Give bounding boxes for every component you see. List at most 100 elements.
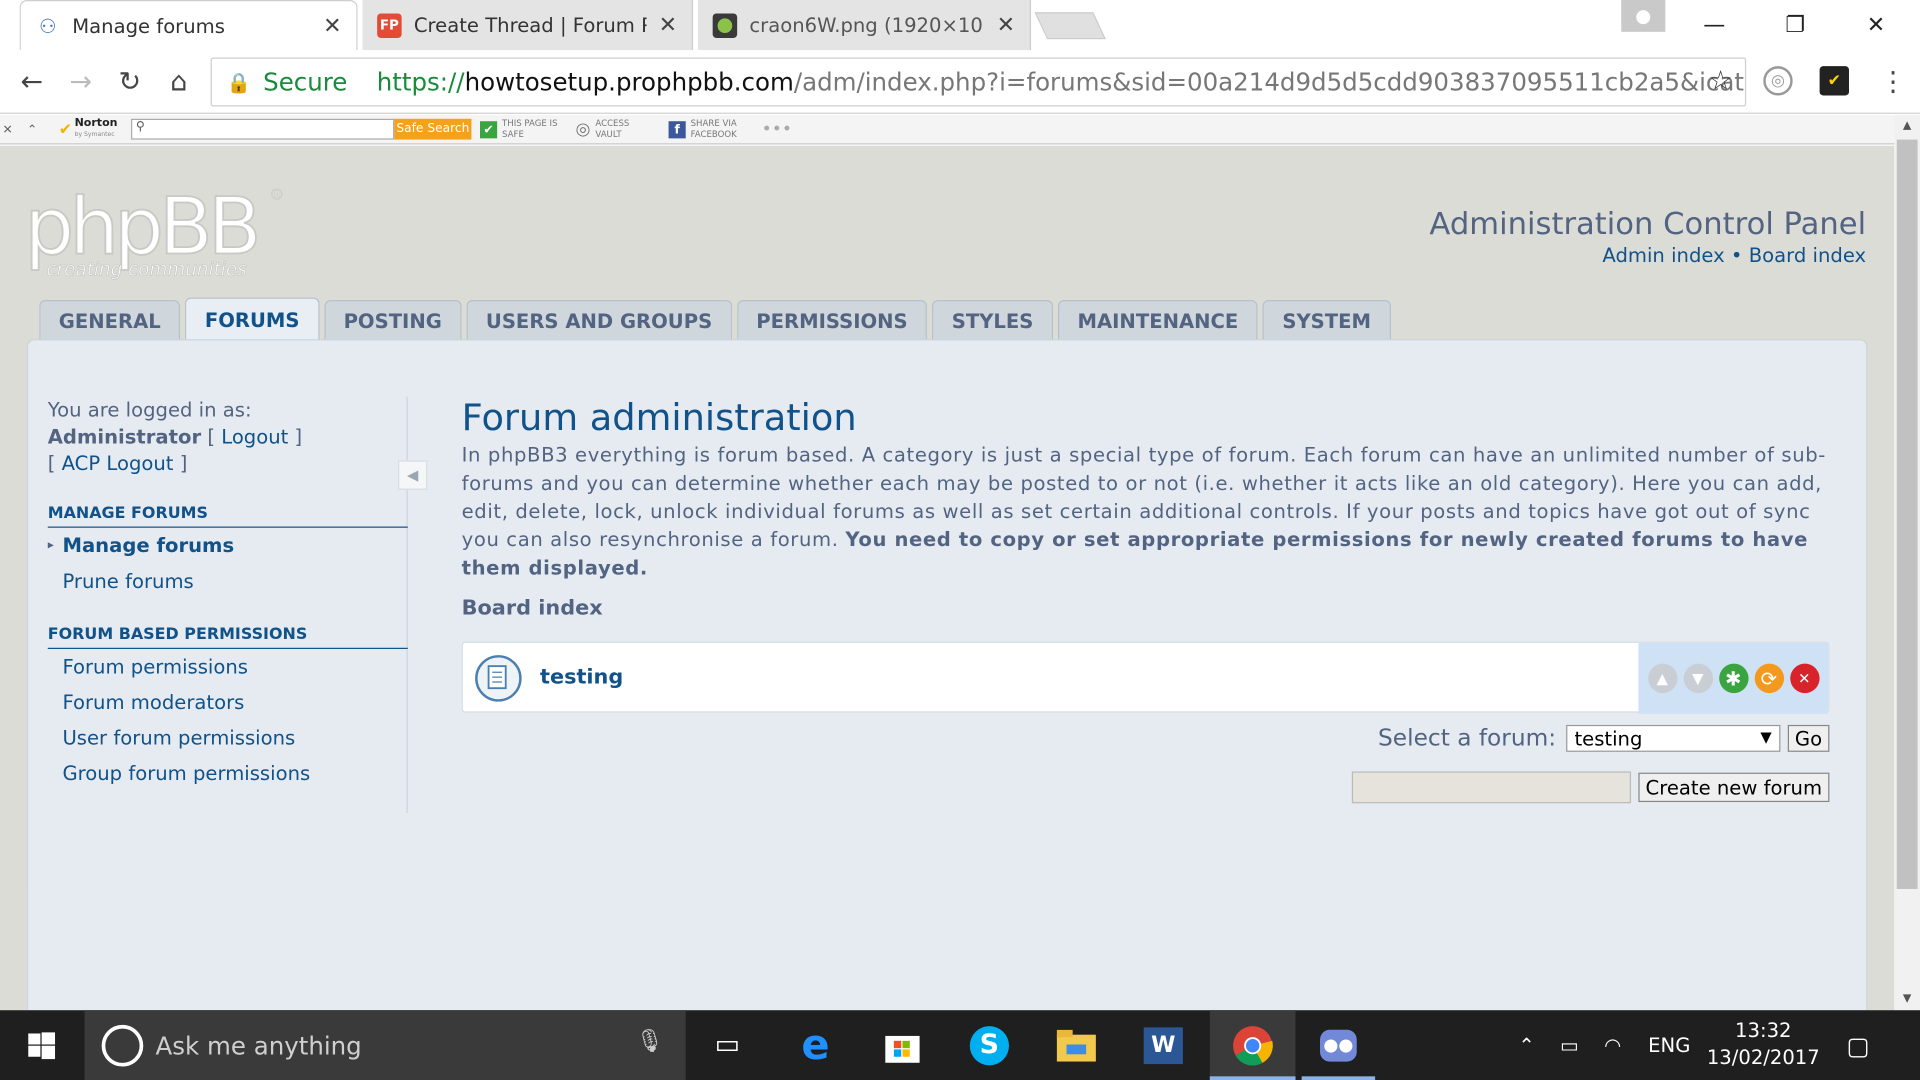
new-tab-button[interactable] [1034,12,1106,40]
scroll-up-icon[interactable]: ▲ [1894,115,1920,137]
browser-tab-strip: ⚇ Manage forums ✕ FP Create Thread | For… [0,0,1920,51]
main-content: Forum administration In phpBB3 everythin… [461,396,1830,804]
file-explorer-icon[interactable] [1040,1010,1113,1080]
chrome-icon[interactable] [1209,1010,1296,1080]
battery-icon[interactable]: ▭ [1560,1010,1579,1080]
close-toolbar-icon[interactable]: ✕ [2,115,12,144]
close-tab-icon[interactable]: ✕ [323,13,341,39]
show-hidden-icons[interactable]: ⌃ [1518,1010,1534,1080]
forumpromotion-icon: FP [377,12,402,38]
taskbar-clock[interactable]: 13:32 13/02/2017 [1696,1018,1831,1072]
discord-icon[interactable]: ●● [1302,1010,1375,1080]
scroll-down-icon[interactable]: ▼ [1894,988,1920,1010]
cortana-search-box[interactable]: Ask me anything 🎙 [84,1010,686,1080]
resync-icon[interactable]: ⟳ [1754,663,1784,694]
sidebar-item-forum-moderators[interactable]: Forum moderators [48,684,407,720]
move-down-icon[interactable]: ▼ [1683,663,1713,694]
home-icon[interactable]: ⌂ [159,62,198,101]
acp-logout-link[interactable]: ACP Logout [62,452,174,475]
cortana-icon [101,1024,144,1066]
page-safe-indicator[interactable]: ✔ THIS PAGE IS SAFE [480,115,558,144]
minimize-icon[interactable]: — [1678,0,1751,50]
delete-icon[interactable]: ✕ [1789,663,1819,694]
settings-gear-icon[interactable]: ✱ [1718,663,1748,694]
tab-users-and-groups[interactable]: USERS AND GROUPS [466,300,732,342]
word-icon[interactable]: W [1127,1010,1200,1080]
new-forum-name-input[interactable] [1351,771,1631,804]
skype-icon[interactable]: S [953,1010,1026,1080]
norton-search-input[interactable]: ⚲ [131,118,395,140]
url-scheme: https:// [376,67,465,97]
board-index-link[interactable]: Board index [1749,244,1866,267]
action-center-icon[interactable]: ▢ [1847,1010,1870,1080]
extension-icon[interactable]: ◎ [1763,66,1793,96]
task-view-icon[interactable]: ▭ [691,1010,764,1080]
bookmark-star-icon[interactable]: ☆ [1709,66,1733,97]
logout-link[interactable]: Logout [221,425,288,448]
tab-image[interactable]: craon6W.png (1920×108 ✕ [697,0,1032,51]
page-scrollbar[interactable]: ▲ ▼ [1894,115,1920,1011]
sidebar-item-manage-forums[interactable]: ▸ Manage forums [48,528,407,564]
sidebar-item-forum-permissions[interactable]: Forum permissions [48,649,407,685]
sidebar-item-group-forum-permissions[interactable]: Group forum permissions [48,756,407,792]
back-icon[interactable]: ← [12,62,51,101]
norton-extension-icon[interactable]: ✔ [1819,66,1849,96]
collapse-toolbar-icon[interactable]: ⌃ [27,115,37,144]
lock-icon: 🔒 [226,70,251,94]
menu-heading-forum-permissions: FORUM BASED PERMISSIONS [47,626,408,649]
restore-icon[interactable]: ❐ [1758,0,1831,50]
address-bar[interactable]: 🔒 Secure https://howtosetup.prophpbb.com… [210,57,1747,107]
store-icon[interactable] [866,1010,939,1080]
sidebar-item-label: Manage forums [62,533,235,558]
language-indicator[interactable]: ENG [1648,1010,1690,1080]
safe-line1: THIS PAGE IS [502,118,558,129]
forum-select[interactable]: testing ▼ [1565,724,1781,752]
vault-line2: VAULT [595,129,622,140]
tab-general[interactable]: GENERAL [39,300,181,342]
clock-time: 13:32 [1735,1018,1792,1043]
separator: • [1730,243,1743,267]
scrollbar-thumb[interactable] [1896,139,1918,889]
username: Administrator [47,424,202,449]
windows-start-icon[interactable] [5,1010,78,1080]
tab-manage-forums[interactable]: ⚇ Manage forums ✕ [19,0,358,51]
close-tab-icon[interactable]: ✕ [659,12,677,38]
tab-maintenance[interactable]: MAINTENANCE [1057,300,1258,342]
sidebar-item-prune-forums[interactable]: Prune forums [48,563,407,599]
microphone-icon[interactable]: 🎙 [636,1029,664,1055]
image-icon [712,12,738,38]
page-description: In phpBB3 everything is forum based. A c… [462,441,1830,582]
close-tab-icon[interactable]: ✕ [997,12,1015,38]
tab-posting[interactable]: POSTING [323,300,462,342]
tab-styles[interactable]: STYLES [932,300,1053,342]
access-vault-button[interactable]: ◎ ACCESS VAULT [576,115,630,144]
tab-create-thread[interactable]: FP Create Thread | Forum Pr ✕ [362,0,694,51]
go-button[interactable]: Go [1787,724,1830,752]
wifi-icon[interactable]: ◠ [1604,1010,1621,1080]
page-title: Forum administration [461,396,857,440]
forward-icon[interactable]: → [61,62,100,101]
acp-panel: You are logged in as: Administrator [ Lo… [26,339,1868,1011]
tab-system[interactable]: SYSTEM [1262,300,1391,342]
menu-icon[interactable]: ⋮ [1873,62,1912,101]
tab-permissions[interactable]: PERMISSIONS [736,300,928,342]
more-icon[interactable]: ••• [762,115,792,144]
admin-index-link[interactable]: Admin index [1602,244,1724,267]
move-up-icon[interactable]: ▲ [1647,663,1677,694]
close-window-icon[interactable]: ✕ [1839,0,1912,50]
collapse-sidebar-icon[interactable]: ◀ [397,460,428,490]
share-line1: SHARE VIA [690,118,737,129]
profile-icon[interactable]: ● [1621,0,1666,32]
select-forum-label: Select a forum: [1378,724,1557,752]
acp-title: Administration Control Panel [1429,205,1867,242]
create-new-forum-button[interactable]: Create new forum [1638,772,1830,803]
tab-forums[interactable]: FORUMS [185,297,320,342]
safe-search-button[interactable]: Safe Search [394,118,472,140]
sidebar-item-user-forum-permissions[interactable]: User forum permissions [48,720,407,756]
reload-icon[interactable]: ↻ [110,62,149,101]
forum-name-link[interactable]: testing [540,665,623,689]
sidebar: You are logged in as: Administrator [ Lo… [47,396,428,814]
share-facebook-button[interactable]: f SHARE VIA FACEBOOK [668,115,737,144]
edge-icon[interactable]: e [779,1010,852,1080]
norton-logo: ✔ Norton by Symantec [59,115,118,144]
